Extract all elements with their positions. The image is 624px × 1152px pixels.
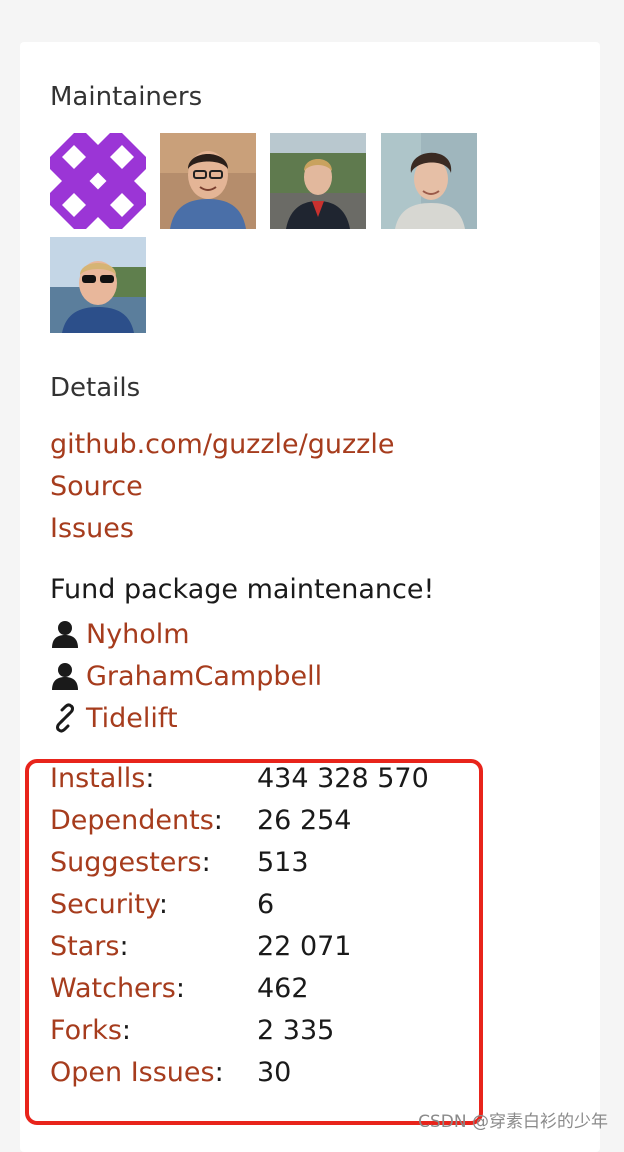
- stat-value: 434 328 570: [257, 763, 429, 794]
- stat-installs: Installs: 434 328 570: [50, 763, 429, 794]
- identicon-image: [50, 133, 146, 229]
- maintainer-photo: [50, 237, 146, 333]
- fund-item-nyholm[interactable]: Nyholm: [50, 617, 190, 651]
- stat-value: 513: [257, 847, 309, 878]
- stat-forks: Forks: 2 335: [50, 1015, 335, 1046]
- issues-link[interactable]: Issues: [50, 513, 134, 544]
- stat-value: 30: [257, 1057, 292, 1088]
- avatar-maintainer-2[interactable]: [160, 133, 256, 229]
- maintainer-photo: [160, 133, 256, 229]
- maintainers-heading: Maintainers: [50, 82, 203, 112]
- source-link[interactable]: Source: [50, 471, 143, 502]
- watermark-text: CSDN @穿素白衫的少年: [418, 1112, 608, 1132]
- avatar-maintainer-5[interactable]: [50, 237, 146, 333]
- stat-label-link[interactable]: Installs: [50, 763, 145, 794]
- maintainer-photo: [381, 133, 477, 229]
- avatar-identicon[interactable]: [50, 133, 146, 229]
- stat-open-issues: Open Issues: 30: [50, 1057, 292, 1088]
- fund-heading: Fund package maintenance!: [50, 574, 435, 605]
- stat-label-link[interactable]: Suggesters: [50, 847, 202, 878]
- maintainer-photo: [270, 133, 366, 229]
- stat-value: 22 071: [257, 931, 352, 962]
- stat-watchers: Watchers: 462: [50, 973, 309, 1004]
- user-icon: [50, 619, 80, 649]
- fund-link-label[interactable]: Nyholm: [86, 619, 190, 650]
- link-icon: [50, 703, 80, 733]
- stat-dependents: Dependents: 26 254: [50, 805, 352, 836]
- repository-link[interactable]: github.com/guzzle/guzzle: [50, 429, 394, 460]
- fund-link-label[interactable]: GrahamCampbell: [86, 661, 322, 692]
- stat-label-link[interactable]: Forks: [50, 1015, 122, 1046]
- stat-label-link[interactable]: Dependents: [50, 805, 214, 836]
- details-heading: Details: [50, 373, 141, 403]
- stat-suggesters: Suggesters: 513: [50, 847, 309, 878]
- stat-stars: Stars: 22 071: [50, 931, 352, 962]
- stat-label-link[interactable]: Watchers: [50, 973, 176, 1004]
- avatar-maintainer-4[interactable]: [381, 133, 477, 229]
- stat-label-link[interactable]: Security: [50, 889, 159, 920]
- stat-value: 2 335: [257, 1015, 335, 1046]
- fund-link-label[interactable]: Tidelift: [86, 703, 178, 734]
- fund-item-tidelift[interactable]: Tidelift: [50, 701, 178, 735]
- fund-item-grahamcampbell[interactable]: GrahamCampbell: [50, 659, 322, 693]
- stat-label-link[interactable]: Open Issues: [50, 1057, 215, 1088]
- user-icon: [50, 661, 80, 691]
- stat-value: 6: [257, 889, 275, 920]
- stat-label-link[interactable]: Stars: [50, 931, 119, 962]
- avatar-maintainer-3[interactable]: [270, 133, 366, 229]
- stat-security: Security: 6: [50, 889, 275, 920]
- stat-value: 462: [257, 973, 309, 1004]
- stat-value: 26 254: [257, 805, 352, 836]
